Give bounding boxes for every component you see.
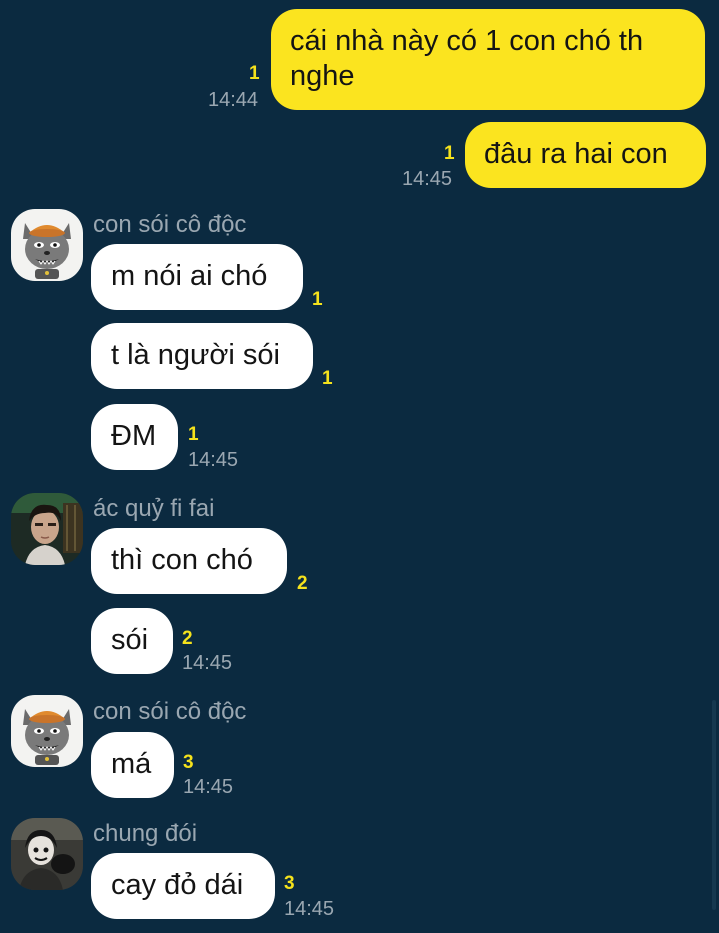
outgoing-message-bubble[interactable]: cái nhà này có 1 con chó th nghe [271,9,705,110]
message-text: cay đỏ dái [111,869,244,901]
message-text: m nói ai chó [111,260,268,292]
unread-count: 1 [444,143,455,164]
message-text: đâu ra hai con [484,138,668,170]
incoming-message-bubble[interactable]: m nói ai chó [91,244,303,310]
incoming-message-bubble[interactable]: t là người sói [91,323,313,389]
profile-photo[interactable] [11,818,83,890]
message-time: 14:44 [208,89,259,111]
message-time: 14:45 [188,449,239,471]
wolf-avatar-icon[interactable] [11,209,83,281]
unread-count: 3 [284,873,295,894]
message-text: ĐM [111,420,157,452]
message-time: 14:45 [284,898,335,920]
sender-name: ác quỷ fi fai [93,495,215,522]
profile-photo[interactable] [11,493,83,565]
incoming-message-bubble[interactable]: cay đỏ dái [91,853,275,919]
message-time: 14:45 [183,776,234,798]
sender-name: con sói cô độc [93,211,247,238]
incoming-message-bubble[interactable]: ĐM [91,404,178,470]
outgoing-message-bubble[interactable]: đâu ra hai con [465,122,706,188]
message-text-line: cái nhà này có 1 con chó th [290,25,644,57]
unread-count: 1 [322,368,333,389]
incoming-message-bubble[interactable]: sói [91,608,173,674]
wolf-avatar-icon[interactable] [11,695,83,767]
message-text: sói [111,624,149,656]
unread-count: 1 [188,424,199,445]
unread-count: 1 [312,289,323,310]
unread-count: 2 [182,628,193,649]
incoming-message-bubble[interactable]: thì con chó [91,528,287,594]
scrollbar[interactable] [712,700,716,910]
message-time: 14:45 [182,652,233,674]
unread-count: 3 [183,752,194,773]
incoming-message-bubble[interactable]: má [91,732,174,798]
message-time: 14:45 [402,168,453,190]
sender-name: chung đói [93,820,198,847]
sender-name: con sói cô độc [93,698,247,725]
message-text: má [111,748,152,780]
unread-count: 1 [249,63,260,84]
unread-count: 2 [297,573,308,594]
message-text: t là người sói [111,339,281,371]
message-text-line: nghe [290,60,355,92]
message-text: thì con chó [111,544,253,576]
